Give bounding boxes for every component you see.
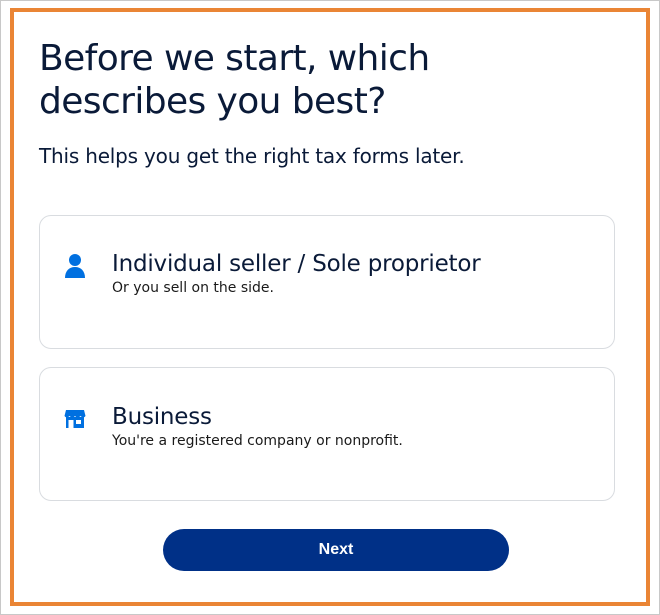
storefront-icon: [64, 409, 86, 435]
content-area: Before we start, which describes you bes…: [39, 37, 615, 501]
option-business-title: Business: [112, 404, 212, 430]
option-individual-text: Individual seller / Sole proprietor Or y…: [112, 250, 481, 297]
option-individual-title: Individual seller / Sole proprietor: [112, 251, 481, 277]
option-individual-description: Or you sell on the side.: [112, 280, 274, 296]
next-button[interactable]: Next: [163, 529, 509, 571]
person-icon: [64, 253, 86, 279]
option-business-text: Business You're a registered company or …: [112, 403, 403, 450]
option-business-description: You're a registered company or nonprofit…: [112, 433, 403, 449]
page-subtitle: This helps you get the right tax forms l…: [39, 144, 465, 168]
option-individual-seller[interactable]: Individual seller / Sole proprietor Or y…: [39, 215, 615, 349]
page-title: Before we start, which describes you bes…: [39, 38, 430, 122]
page-frame: Before we start, which describes you bes…: [0, 0, 660, 615]
option-business[interactable]: Business You're a registered company or …: [39, 367, 615, 501]
